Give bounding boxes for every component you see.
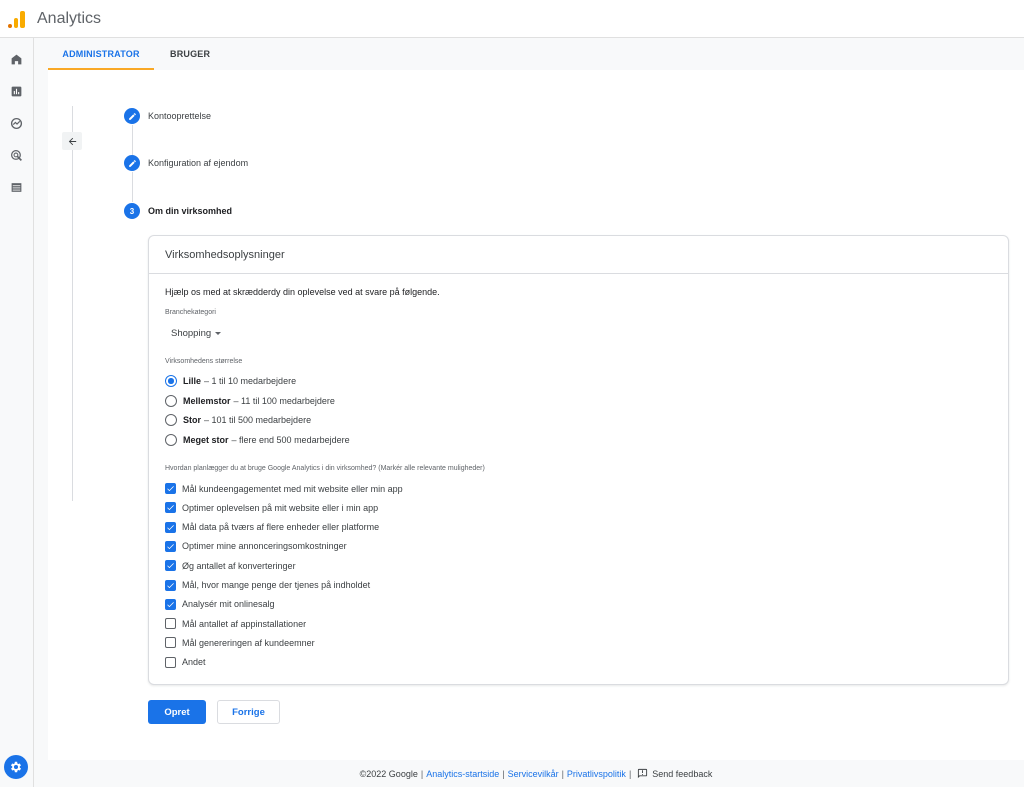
left-divider bbox=[72, 106, 73, 501]
usage-option-checkbox[interactable]: Mål genereringen af kundeemner bbox=[165, 637, 315, 649]
checkbox-checked-icon bbox=[165, 540, 176, 552]
usage-option-checkbox[interactable]: Analysér mit onlinesalg bbox=[165, 598, 275, 610]
previous-button[interactable]: Forrige bbox=[217, 700, 280, 724]
usage-option-checkbox[interactable]: Mål, hvor mange penge der tjenes på indh… bbox=[165, 579, 371, 591]
step-label: Konfiguration af ejendom bbox=[148, 158, 249, 168]
analytics-home-link[interactable]: Analytics-startside bbox=[426, 769, 499, 779]
usage-option-checkbox[interactable]: Mål data på tværs af flere enheder eller… bbox=[165, 521, 380, 533]
home-icon[interactable] bbox=[8, 51, 24, 67]
size-option-name: Meget stor bbox=[183, 434, 229, 445]
step-connector bbox=[132, 172, 133, 202]
size-option-name: Mellemstor bbox=[183, 395, 231, 406]
tab-bruger[interactable]: BRUGER bbox=[154, 38, 226, 70]
usage-option-label: Mål kundeengagementet med mit website el… bbox=[182, 483, 403, 494]
usage-option-label: Analysér mit onlinesalg bbox=[182, 599, 275, 610]
back-button[interactable] bbox=[62, 132, 82, 150]
feedback-icon bbox=[638, 768, 648, 779]
checkbox-unchecked-icon bbox=[165, 656, 176, 668]
top-bar: Analytics bbox=[0, 0, 1024, 38]
size-option-name: Lille bbox=[183, 376, 202, 386]
usage-option-checkbox[interactable]: Øg antallet af konverteringer bbox=[165, 560, 296, 572]
usage-option-label: Andet bbox=[182, 657, 206, 668]
checkbox-checked-icon bbox=[165, 483, 176, 494]
admin-tabs: ADMINISTRATOR BRUGER bbox=[48, 38, 1024, 70]
size-label: Virksomhedens størrelse bbox=[165, 358, 243, 365]
radio-checked-icon bbox=[165, 375, 177, 387]
checkbox-checked-icon bbox=[165, 560, 176, 572]
step-konfiguration[interactable]: Konfiguration af ejendom bbox=[124, 155, 248, 171]
step-label: Kontooprettelse bbox=[148, 111, 212, 121]
intro-text: Hjælp os med at skrædderdy din oplevelse… bbox=[165, 287, 440, 297]
footer: ©2022 Google | Analytics-startside | Ser… bbox=[359, 768, 713, 779]
size-option-desc: – 1 til 10 medarbejdere bbox=[204, 376, 297, 386]
card-title: Virksomhedsoplysninger bbox=[149, 236, 1008, 274]
reports-icon[interactable] bbox=[8, 83, 24, 99]
usage-option-label: Mål genereringen af kundeemner bbox=[182, 637, 315, 648]
privacy-link[interactable]: Privatlivspolitik bbox=[567, 769, 626, 779]
radio-unchecked-icon bbox=[165, 414, 177, 426]
checkbox-checked-icon bbox=[165, 598, 176, 610]
checkbox-checked-icon bbox=[165, 579, 176, 591]
usage-option-checkbox[interactable]: Optimer mine annonceringsomkostninger bbox=[165, 540, 347, 552]
tab-administrator[interactable]: ADMINISTRATOR bbox=[48, 38, 154, 70]
business-info-card: Virksomhedsoplysninger Hjælp os med at s… bbox=[148, 235, 1009, 685]
radio-unchecked-icon bbox=[165, 433, 177, 446]
step-kontooprettelse[interactable]: Kontooprettelse bbox=[124, 108, 211, 124]
checkbox-checked-icon bbox=[165, 521, 176, 533]
usage-option-label: Mål antallet af appinstallationer bbox=[182, 618, 307, 629]
industry-label: Branchekategori bbox=[165, 309, 216, 316]
app-title: Analytics bbox=[37, 9, 102, 27]
caret-down-icon bbox=[215, 332, 222, 335]
checkbox-unchecked-icon bbox=[165, 618, 176, 630]
usage-option-label: Optimer mine annonceringsomkostninger bbox=[182, 541, 347, 552]
size-option-desc: – 101 til 500 medarbejdere bbox=[204, 415, 312, 425]
size-option-radio[interactable]: Meget stor – flere end 500 medarbejdere bbox=[165, 433, 350, 446]
terms-link[interactable]: Servicevilkår bbox=[508, 769, 559, 779]
side-navigation bbox=[0, 38, 34, 787]
step-label: Om din virksomhed bbox=[148, 206, 233, 216]
usage-option-checkbox[interactable]: Mål kundeengagementet med mit website el… bbox=[165, 483, 403, 494]
step-number: 3 bbox=[124, 203, 140, 219]
usage-option-checkbox[interactable]: Optimer oplevelsen på mit website eller … bbox=[165, 502, 379, 514]
usage-option-checkbox[interactable]: Andet bbox=[165, 656, 206, 668]
usage-option-label: Øg antallet af konverteringer bbox=[182, 560, 296, 571]
step-connector bbox=[132, 125, 133, 155]
size-option-desc: – flere end 500 medarbejdere bbox=[231, 434, 350, 445]
usage-option-label: Mål data på tværs af flere enheder eller… bbox=[182, 522, 380, 533]
configure-icon[interactable] bbox=[8, 179, 24, 195]
edit-icon bbox=[124, 108, 140, 124]
analytics-logo-icon[interactable] bbox=[8, 10, 26, 28]
size-option-radio[interactable]: Stor – 101 til 500 medarbejdere bbox=[165, 414, 311, 426]
explore-icon[interactable] bbox=[8, 115, 24, 131]
radio-unchecked-icon bbox=[165, 394, 177, 407]
size-option-radio[interactable]: Lille – 1 til 10 medarbejdere bbox=[165, 375, 296, 387]
usage-option-label: Optimer oplevelsen på mit website eller … bbox=[182, 502, 379, 513]
size-option-radio[interactable]: Mellemstor – 11 til 100 medarbejdere bbox=[165, 394, 335, 407]
industry-value: Shopping bbox=[171, 328, 212, 339]
gear-icon[interactable] bbox=[4, 755, 28, 779]
create-button[interactable]: Opret bbox=[148, 700, 206, 724]
arrow-back-icon bbox=[68, 137, 76, 145]
checkbox-checked-icon bbox=[165, 502, 176, 514]
checkbox-unchecked-icon bbox=[165, 637, 176, 649]
size-option-desc: – 11 til 100 medarbejdere bbox=[233, 395, 335, 406]
advertising-icon[interactable] bbox=[8, 147, 24, 163]
send-feedback-link[interactable]: Send feedback bbox=[637, 768, 712, 779]
usage-label: Hvordan planlægger du at bruge Google An… bbox=[165, 465, 485, 472]
size-option-name: Stor bbox=[183, 415, 201, 425]
industry-select[interactable]: Shopping bbox=[171, 328, 222, 339]
copyright: ©2022 Google bbox=[359, 768, 418, 779]
step-om-din-virksomhed: 3 Om din virksomhed bbox=[124, 203, 232, 219]
edit-icon bbox=[124, 155, 140, 171]
usage-option-label: Mål, hvor mange penge der tjenes på indh… bbox=[182, 580, 371, 590]
usage-option-checkbox[interactable]: Mål antallet af appinstallationer bbox=[165, 618, 307, 630]
